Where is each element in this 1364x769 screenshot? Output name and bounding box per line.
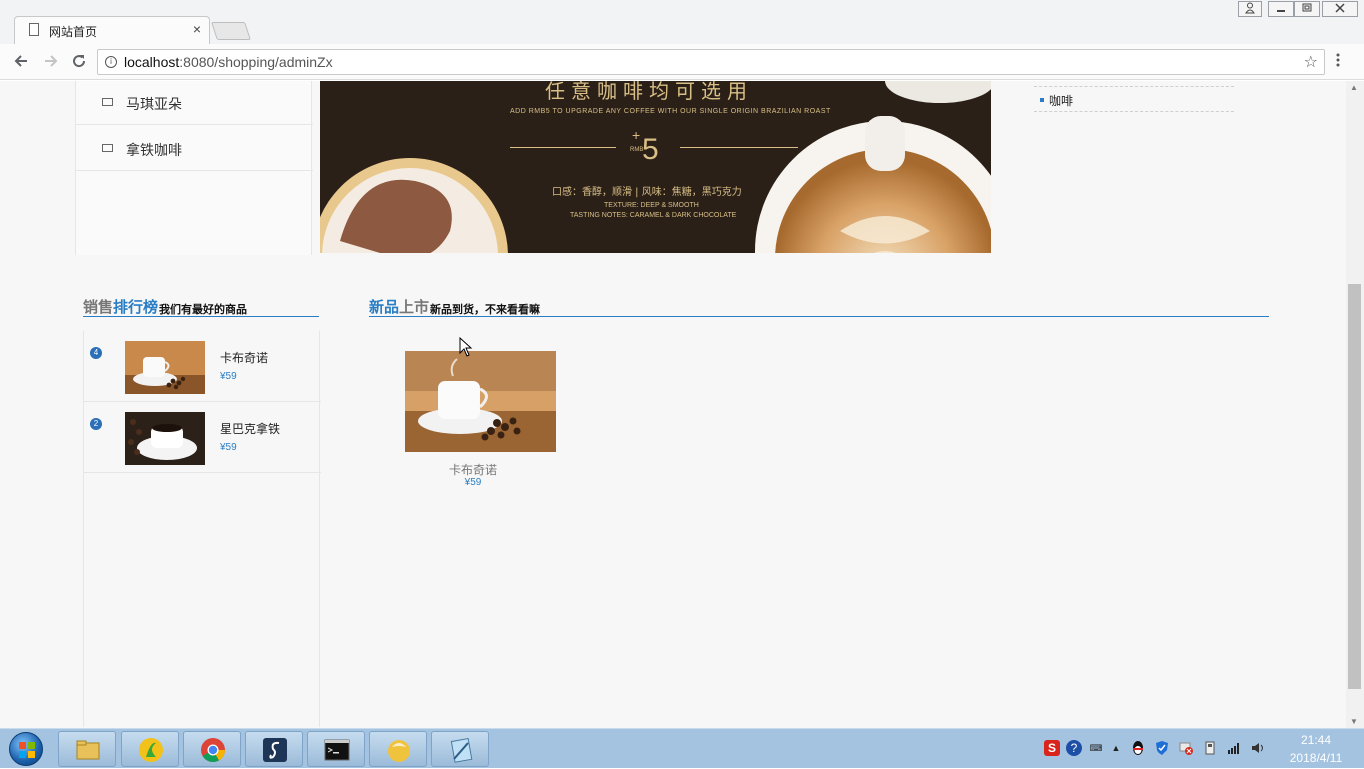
category-label: 拿铁咖啡	[126, 143, 182, 159]
user-icon[interactable]	[1238, 1, 1262, 17]
ranking-title: 销售排行榜	[83, 298, 159, 316]
new-product-card[interactable]: 卡布奇诺 ¥59	[405, 351, 557, 496]
start-button[interactable]	[9, 732, 43, 766]
close-window-button[interactable]	[1322, 1, 1358, 17]
taskbar-app-green[interactable]	[121, 731, 179, 767]
taskbar-cmd[interactable]	[307, 731, 365, 767]
show-hidden-icons[interactable]: ▲	[1108, 740, 1124, 756]
rank-badge: 4	[90, 347, 102, 359]
ranking-item[interactable]: 2 星巴克拿铁 ¥59	[84, 402, 321, 473]
banner-title: 任意咖啡均可选用	[545, 81, 753, 103]
keyboard-icon[interactable]: ⌨	[1088, 740, 1104, 756]
vertical-scrollbar[interactable]: ▲ ▼	[1346, 81, 1364, 728]
volume-icon[interactable]	[1250, 740, 1266, 756]
product-image[interactable]	[125, 412, 205, 465]
ranking-item[interactable]: 4 卡布奇诺 ¥59	[84, 331, 321, 402]
news-item[interactable]: 咖啡	[1049, 92, 1073, 109]
product-price: ¥59	[464, 477, 482, 488]
rank-badge: 2	[90, 418, 102, 430]
product-price: ¥59	[220, 371, 237, 382]
info-icon[interactable]: i	[105, 56, 117, 68]
banner-texture: TEXTURE: DEEP & SMOOTH	[604, 202, 699, 209]
new-arrivals-title: 新品上市	[369, 298, 430, 316]
taskbar-chrome[interactable]	[183, 731, 241, 767]
taskbar-explorer[interactable]	[58, 731, 116, 767]
app-icon	[388, 740, 410, 762]
banner-taste: 口感：香醇，顺滑 | 风味：焦糖，黑巧克力	[552, 187, 742, 198]
notepad-icon	[450, 738, 473, 763]
product-name[interactable]: 卡布奇诺	[405, 461, 541, 478]
url-host: localhost	[124, 54, 180, 70]
forward-icon[interactable]	[42, 52, 60, 75]
banner-coffee-art	[320, 81, 991, 253]
taskbar: S ? ⌨ ▲ 21:44 2018/4/11	[0, 728, 1364, 768]
windows-logo-icon	[19, 742, 35, 758]
new-arrivals-subtitle: 新品到货，不来看看嘛	[430, 303, 540, 316]
category-item-latte[interactable]: 拿铁咖啡	[76, 127, 313, 171]
product-image[interactable]	[125, 341, 205, 394]
news-list: 咖啡	[1034, 86, 1234, 112]
qq-icon[interactable]	[1130, 740, 1146, 756]
category-item-macchiato[interactable]: 马琪亚朵	[76, 81, 313, 125]
banner-plus: +	[632, 127, 641, 143]
clock-time[interactable]: 21:44	[1286, 733, 1346, 747]
product-image[interactable]	[405, 351, 556, 452]
flag-icon[interactable]	[1178, 740, 1194, 756]
reload-icon[interactable]	[70, 52, 88, 75]
banner-divider	[510, 147, 616, 148]
network-icon[interactable]	[1226, 740, 1242, 756]
url-bar[interactable]: i localhost:8080/shopping/adminZx ☆	[97, 49, 1325, 75]
page-viewport: 马琪亚朵 拿铁咖啡 任意咖啡均可选用 ADD RMB5 TO UPGRADE A…	[0, 81, 1346, 728]
product-name[interactable]: 星巴克拿铁	[220, 420, 280, 437]
page-icon	[29, 23, 39, 36]
scrollbar-thumb[interactable]	[1348, 284, 1361, 689]
scroll-down-icon[interactable]: ▼	[1350, 717, 1358, 726]
category-icon	[102, 144, 113, 152]
ide-icon	[263, 738, 287, 762]
app-icon	[139, 738, 163, 762]
bookmark-star-icon[interactable]: ☆	[1304, 52, 1318, 72]
address-toolbar: i localhost:8080/shopping/adminZx ☆	[0, 44, 1364, 80]
url-path: :8080/shopping/adminZx	[179, 54, 333, 70]
chrome-icon	[201, 738, 225, 763]
banner-currency: RMB	[630, 147, 644, 153]
product-name[interactable]: 卡布奇诺	[220, 349, 268, 366]
sogou-input-icon[interactable]: S	[1044, 740, 1060, 756]
help-icon[interactable]: ?	[1066, 740, 1082, 756]
ranking-header: 销售排行榜 我们有最好的商品	[83, 295, 319, 317]
shield-icon[interactable]	[1154, 740, 1170, 756]
scroll-up-icon[interactable]: ▲	[1350, 83, 1358, 92]
tab-title: 网站首页	[49, 25, 98, 39]
taskbar-ide[interactable]	[245, 731, 303, 767]
new-tab-button[interactable]	[211, 22, 251, 40]
new-arrivals-header: 新品上市 新品到货，不来看看嘛	[369, 295, 1269, 317]
tab-close-button[interactable]: ×	[193, 21, 201, 37]
taskbar-notepad[interactable]	[431, 731, 489, 767]
back-icon[interactable]	[12, 52, 30, 75]
usb-device-icon[interactable]	[1202, 740, 1218, 756]
folder-icon	[76, 740, 100, 760]
maximize-button[interactable]	[1294, 1, 1320, 17]
banner-subtitle: ADD RMB5 TO UPGRADE ANY COFFEE WITH OUR …	[510, 108, 831, 115]
category-icon	[102, 98, 113, 106]
banner-tasting-notes: TASTING NOTES: CARAMEL & DARK CHOCOLATE	[570, 212, 737, 219]
browser-tab[interactable]: 网站首页 ×	[14, 16, 210, 44]
banner-price: 5	[642, 133, 659, 166]
promo-banner[interactable]: 任意咖啡均可选用 ADD RMB5 TO UPGRADE ANY COFFEE …	[320, 81, 991, 253]
mouse-cursor-icon	[459, 336, 473, 362]
browser-titlebar: 网站首页 ×	[0, 0, 1364, 44]
terminal-icon	[324, 739, 350, 761]
taskbar-app-yellow[interactable]	[369, 731, 427, 767]
ranking-list: 4 卡布奇诺 ¥59 2 星巴克拿铁 ¥59	[83, 331, 321, 727]
product-price: ¥59	[220, 442, 237, 453]
bullet-icon	[1040, 98, 1044, 102]
category-label: 马琪亚朵	[126, 97, 182, 113]
ranking-subtitle: 我们有最好的商品	[159, 303, 247, 316]
browser-menu-icon[interactable]	[1336, 52, 1340, 73]
banner-divider	[680, 147, 798, 148]
category-menu: 马琪亚朵 拿铁咖啡	[75, 81, 313, 255]
clock-date[interactable]: 2018/4/11	[1276, 751, 1356, 765]
minimize-button[interactable]	[1268, 1, 1294, 17]
